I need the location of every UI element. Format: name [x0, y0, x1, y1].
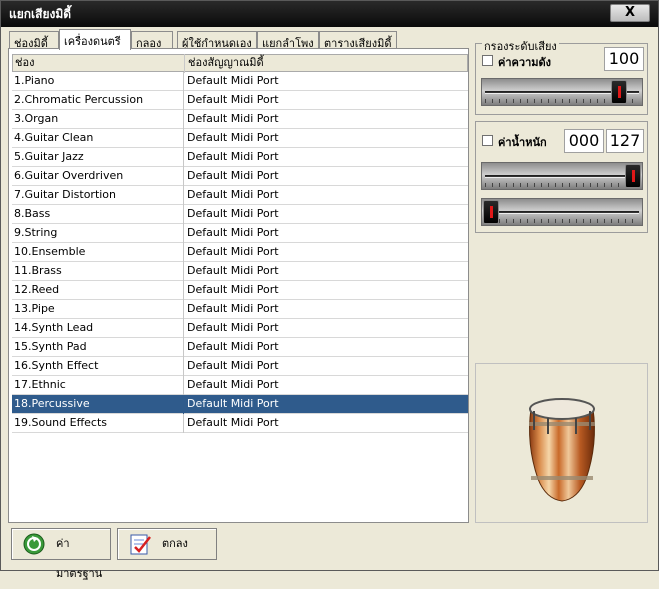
- midi-split-window: แยกเสียงมิดี้ X ช่องมิดี้ เครื่องดนตรี ก…: [0, 0, 659, 580]
- midi-port-cell: Default Midi Port: [187, 131, 279, 144]
- weight-filter-group: ค่าน้ำหนัก 000 127: [475, 121, 648, 233]
- volume-value: 100: [604, 47, 644, 71]
- ok-button-label: ตกลง: [162, 537, 188, 550]
- table-row[interactable]: 16.Synth Effect Default Midi Port: [12, 357, 468, 376]
- weight-min-slider-thumb[interactable]: [483, 200, 499, 224]
- drum-preview-panel: [475, 363, 648, 523]
- weight-checkbox[interactable]: [482, 135, 493, 146]
- table-row[interactable]: 13.Pipe Default Midi Port: [12, 300, 468, 319]
- channel-cell: 11.Brass: [12, 262, 184, 281]
- table-row[interactable]: 1.Piano Default Midi Port: [12, 72, 468, 91]
- midi-port-cell: Default Midi Port: [187, 74, 279, 87]
- midi-port-cell: Default Midi Port: [187, 378, 279, 391]
- midi-port-cell: Default Midi Port: [187, 245, 279, 258]
- midi-port-cell: Default Midi Port: [187, 397, 279, 410]
- weight-max-slider-thumb[interactable]: [625, 164, 641, 188]
- midi-port-cell: Default Midi Port: [187, 150, 279, 163]
- table-header: ช่อง ช่องสัญญาณมิดี้: [12, 54, 469, 73]
- weight-label: ค่าน้ำหนัก: [498, 136, 547, 149]
- close-button[interactable]: X: [610, 4, 650, 22]
- window-title: แยกเสียงมิดี้: [9, 7, 72, 21]
- channel-cell: 8.Bass: [12, 205, 184, 224]
- volume-checkbox[interactable]: [482, 55, 493, 66]
- channel-cell: 6.Guitar Overdriven: [12, 167, 184, 186]
- volume-filter-group: กรองระดับเสียง ค่าความดัง 100: [475, 37, 648, 115]
- channel-cell: 9.String: [12, 224, 184, 243]
- table-row[interactable]: 11.Brass Default Midi Port: [12, 262, 468, 281]
- volume-label: ค่าความดัง: [498, 56, 552, 69]
- instrument-list-panel: ช่อง ช่องสัญญาณมิดี้ 1.Piano Default Midi…: [8, 48, 469, 523]
- bottom-button-bar: ค่ามาตรฐาน ตกลง: [5, 524, 654, 580]
- weight-max-slider[interactable]: [481, 162, 643, 190]
- table-row[interactable]: 3.Organ Default Midi Port: [12, 110, 468, 129]
- midi-port-cell: Default Midi Port: [187, 340, 279, 353]
- column-header-channel[interactable]: ช่อง: [13, 54, 185, 73]
- midi-port-cell: Default Midi Port: [187, 321, 279, 334]
- midi-port-cell: Default Midi Port: [187, 302, 279, 315]
- channel-cell: 17.Ethnic: [12, 376, 184, 395]
- channel-cell: 12.Reed: [12, 281, 184, 300]
- weight-min-value: 000: [564, 129, 604, 153]
- channel-cell: 3.Organ: [12, 110, 184, 129]
- default-button-label: ค่ามาตรฐาน: [56, 537, 103, 580]
- channel-cell: 7.Guitar Distortion: [12, 186, 184, 205]
- tab-midi-channel[interactable]: ช่องมิดี้: [9, 31, 59, 50]
- midi-port-cell: Default Midi Port: [187, 264, 279, 277]
- channel-cell: 18.Percussive: [12, 395, 184, 414]
- midi-port-cell: Default Midi Port: [187, 359, 279, 372]
- tab-user-defined[interactable]: ผู้ใช้กำหนดเอง: [177, 31, 257, 50]
- default-button[interactable]: ค่ามาตรฐาน: [11, 528, 111, 580]
- midi-port-cell: Default Midi Port: [187, 283, 279, 296]
- table-row[interactable]: 9.String Default Midi Port: [12, 224, 468, 243]
- weight-max-value: 127: [606, 129, 644, 153]
- tab-instruments[interactable]: เครื่องดนตรี: [59, 29, 131, 50]
- channel-cell: 1.Piano: [12, 72, 184, 91]
- channel-cell: 15.Synth Pad: [12, 338, 184, 357]
- table-row[interactable]: 19.Sound Effects Default Midi Port: [12, 414, 468, 433]
- table-row[interactable]: 18.Percussive Default Midi Port: [12, 395, 468, 414]
- channel-cell: 13.Pipe: [12, 300, 184, 319]
- reset-icon: [23, 533, 45, 555]
- channel-cell: 4.Guitar Clean: [12, 129, 184, 148]
- channel-cell: 19.Sound Effects: [12, 414, 184, 433]
- tab-drums[interactable]: กลอง: [131, 31, 173, 50]
- table-row[interactable]: 15.Synth Pad Default Midi Port: [12, 338, 468, 357]
- volume-slider-thumb[interactable]: [611, 80, 627, 104]
- checklist-icon: [130, 534, 151, 555]
- ok-button[interactable]: ตกลง: [117, 528, 217, 560]
- midi-port-cell: Default Midi Port: [187, 112, 279, 125]
- table-row[interactable]: 17.Ethnic Default Midi Port: [12, 376, 468, 395]
- tab-midi-sound-table[interactable]: ตารางเสียงมิดี้: [319, 31, 397, 50]
- channel-cell: 16.Synth Effect: [12, 357, 184, 376]
- table-row[interactable]: 4.Guitar Clean Default Midi Port: [12, 129, 468, 148]
- volume-slider[interactable]: [481, 78, 643, 106]
- tab-speaker-split[interactable]: แยกลำโพง: [257, 31, 319, 50]
- table-row[interactable]: 7.Guitar Distortion Default Midi Port: [12, 186, 468, 205]
- midi-port-cell: Default Midi Port: [187, 188, 279, 201]
- table-row[interactable]: 12.Reed Default Midi Port: [12, 281, 468, 300]
- weight-min-slider[interactable]: [481, 198, 643, 226]
- channel-cell: 10.Ensemble: [12, 243, 184, 262]
- table-row[interactable]: 8.Bass Default Midi Port: [12, 205, 468, 224]
- title-bar: แยกเสียงมิดี้ X: [1, 1, 658, 27]
- conga-drum-icon: [529, 398, 595, 502]
- midi-port-cell: Default Midi Port: [187, 169, 279, 182]
- table-row[interactable]: 10.Ensemble Default Midi Port: [12, 243, 468, 262]
- midi-port-cell: Default Midi Port: [187, 416, 279, 429]
- channel-cell: 14.Synth Lead: [12, 319, 184, 338]
- channel-cell: 5.Guitar Jazz: [12, 148, 184, 167]
- midi-port-cell: Default Midi Port: [187, 207, 279, 220]
- midi-port-cell: Default Midi Port: [187, 93, 279, 106]
- table-row[interactable]: 6.Guitar Overdriven Default Midi Port: [12, 167, 468, 186]
- table-row[interactable]: 5.Guitar Jazz Default Midi Port: [12, 148, 468, 167]
- table-row[interactable]: 2.Chromatic Percussion Default Midi Port: [12, 91, 468, 110]
- column-header-midi-port[interactable]: ช่องสัญญาณมิดี้: [185, 54, 469, 73]
- table-row[interactable]: 14.Synth Lead Default Midi Port: [12, 319, 468, 338]
- channel-cell: 2.Chromatic Percussion: [12, 91, 184, 110]
- midi-port-cell: Default Midi Port: [187, 226, 279, 239]
